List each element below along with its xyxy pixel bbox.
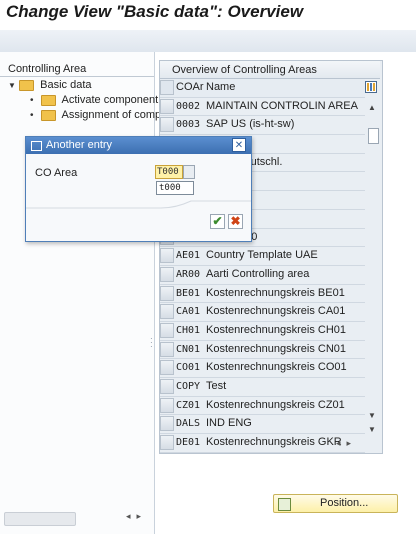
table-row[interactable]: CO01 Kostenrechnungskreis CO01 — [160, 359, 365, 378]
window-title: Change View "Basic data": Overview — [6, 2, 304, 21]
cell-coar[interactable]: COPY — [176, 378, 204, 395]
table-row[interactable]: CZ01 Kostenrechnungskreis CZ01 — [160, 397, 365, 416]
row-selector[interactable] — [160, 266, 174, 282]
cell-name[interactable]: Kostenrechnungskreis CN01 — [206, 341, 346, 358]
scroll-down-icon[interactable]: ▼ — [368, 411, 376, 420]
cell-name[interactable]: Kostenrechnungskreis CZ01 — [206, 397, 345, 414]
bullet-icon: • — [30, 110, 34, 121]
tree-item-activate-component[interactable]: • Activate component — [30, 93, 158, 108]
value-help-icon[interactable] — [183, 165, 195, 179]
row-selector[interactable] — [160, 285, 174, 301]
scroll-down-end-icon[interactable]: ▼ — [368, 425, 376, 434]
cell-coar[interactable]: CN01 — [176, 341, 204, 358]
expand-triangle-icon[interactable]: ▼ — [8, 78, 16, 93]
cell-name[interactable]: MAINTAIN CONTROLIN AREA — [206, 98, 358, 115]
row-selector[interactable] — [160, 360, 174, 376]
cell-name[interactable]: SAP US (is-ht-sw) — [206, 116, 294, 133]
table-row[interactable]: CN01 Kostenrechnungskreis CN01 — [160, 341, 365, 360]
tree-item-assignment[interactable]: • Assignment of comp — [30, 108, 161, 123]
table-row[interactable]: CA01 Kostenrechnungskreis CA01 — [160, 303, 365, 322]
select-all-cell[interactable] — [160, 80, 174, 95]
cell-coar[interactable]: CZ01 — [176, 397, 204, 414]
table-row[interactable]: 0003 SAP US (is-ht-sw) — [160, 116, 365, 136]
row-selector[interactable] — [160, 322, 174, 338]
cell-coar[interactable]: DALS — [176, 415, 204, 432]
table-horizontal-scroll-arrows[interactable]: ◂▸ — [336, 438, 357, 449]
cell-name[interactable]: Kostenrechnungskreis CA01 — [206, 303, 345, 320]
table-row[interactable]: AE01 Country Template UAE — [160, 247, 365, 266]
scroll-up-icon[interactable]: ▲ — [368, 103, 376, 112]
cell-coar[interactable]: CA01 — [176, 303, 204, 320]
cell-name[interactable]: Kostenrechnungskreis BE01 — [206, 285, 345, 302]
cell-name[interactable]: Aarti Controlling area — [206, 266, 309, 283]
scroll-thumb[interactable] — [368, 128, 379, 144]
cell-name[interactable]: Kostenrechnungskreis CO01 — [206, 359, 347, 376]
tree-header: Controlling Area — [0, 61, 154, 77]
cell-coar[interactable]: 0002 — [176, 98, 204, 115]
cell-name[interactable]: IND ENG — [206, 415, 252, 432]
row-selector[interactable] — [160, 117, 174, 133]
row-selector[interactable] — [160, 379, 174, 394]
row-selector[interactable] — [160, 304, 174, 320]
cell-coar[interactable]: DE01 — [176, 434, 204, 451]
table-row[interactable]: AR00 Aarti Controlling area — [160, 266, 365, 285]
dialog-separator-line — [26, 200, 251, 209]
cell-coar[interactable]: 0003 — [176, 116, 204, 133]
row-selector[interactable] — [160, 416, 174, 432]
close-icon[interactable]: ✕ — [232, 138, 246, 152]
table-row[interactable]: DE01 Kostenrechnungskreis GKR — [160, 434, 365, 453]
tree-item-label: Activate component — [61, 94, 159, 106]
table-column-header-row: COAr Name — [160, 79, 365, 98]
co-area-input[interactable]: T000 — [155, 165, 183, 179]
cell-name[interactable]: Country Template UAE — [206, 247, 318, 264]
cell-name[interactable]: Kostenrechnungskreis CH01 — [206, 322, 346, 339]
navigation-tree: Controlling Area ▼ Basic data • Activate… — [0, 52, 161, 534]
row-selector[interactable] — [160, 341, 174, 357]
cell-coar[interactable]: CO01 — [176, 359, 204, 376]
position-icon — [278, 498, 291, 511]
table-row[interactable]: BE01 Kostenrechnungskreis BE01 — [160, 285, 365, 304]
cell-coar[interactable]: BE01 — [176, 285, 204, 302]
column-header-coar[interactable]: COAr — [176, 79, 204, 96]
cell-name[interactable]: Test — [206, 378, 226, 395]
folder-icon — [41, 109, 57, 121]
cell-coar[interactable]: AR00 — [176, 266, 204, 283]
row-selector[interactable] — [160, 98, 174, 114]
row-selector[interactable] — [160, 435, 174, 451]
cell-coar[interactable]: CH01 — [176, 322, 204, 339]
table-header: Overview of Controlling Areas — [160, 61, 380, 79]
table-row[interactable]: 0002 MAINTAIN CONTROLIN AREA — [160, 98, 365, 117]
table-row[interactable]: DALS IND ENG — [160, 415, 365, 435]
folder-icon — [41, 94, 57, 106]
tree-item-basic-data[interactable]: ▼ Basic data — [8, 78, 92, 93]
folder-icon — [19, 79, 35, 91]
splitter-grip[interactable]: · · · — [150, 335, 153, 351]
table-row[interactable]: COPY Test — [160, 378, 365, 397]
another-entry-dialog: Another entry ✕ CO Area T000 t000 ✔ ✖ — [25, 136, 252, 242]
row-selector[interactable] — [160, 397, 174, 413]
tree-item-label: Basic data — [40, 79, 92, 91]
cancel-icon[interactable]: ✖ — [228, 214, 243, 229]
controlling-area-table: Overview of Controlling Areas COAr Name … — [159, 60, 383, 454]
window-icon — [31, 141, 42, 151]
dialog-titlebar: Another entry ✕ — [26, 137, 251, 154]
cell-name[interactable]: Kostenrechnungskreis GKR — [206, 434, 342, 451]
column-header-name[interactable]: Name — [206, 79, 235, 96]
row-selector[interactable] — [160, 248, 174, 264]
confirm-icon[interactable]: ✔ — [210, 214, 225, 229]
tree-scroll-arrows[interactable]: ◂▸ — [126, 511, 147, 522]
toolbar-band — [0, 30, 416, 52]
position-button[interactable]: Position... — [273, 494, 398, 513]
tree-item-label: Assignment of comp — [61, 109, 162, 121]
autocomplete-suggestion[interactable]: t000 — [156, 181, 194, 195]
co-area-label: CO Area — [35, 167, 78, 179]
bullet-icon: • — [30, 95, 34, 106]
table-row[interactable]: CH01 Kostenrechnungskreis CH01 — [160, 322, 365, 341]
dialog-title: Another entry — [46, 139, 113, 151]
tree-horizontal-scrollbar[interactable] — [4, 512, 76, 526]
cell-coar[interactable]: AE01 — [176, 247, 204, 264]
table-vertical-scrollbar[interactable]: ▲ ▼ ▼ — [366, 79, 380, 437]
